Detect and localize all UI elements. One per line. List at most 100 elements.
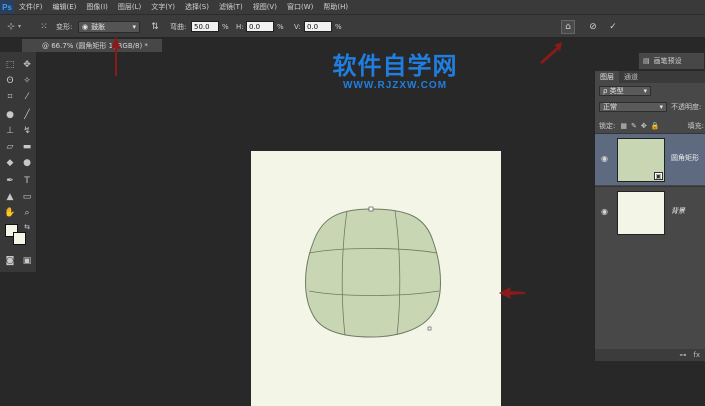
clone-stamp-tool-icon[interactable]: ⊥ xyxy=(3,124,17,137)
fx-icon[interactable]: fx xyxy=(693,351,700,359)
menu-edit[interactable]: 编辑(E) xyxy=(48,2,82,12)
layer-row-background[interactable]: ◉ 背景 xyxy=(595,186,705,238)
red-arrow-warp-icon xyxy=(111,36,121,76)
tab-layers[interactable]: 图层 xyxy=(595,71,619,83)
menu-filter[interactable]: 滤镜(T) xyxy=(214,2,248,12)
layer-kind-filter[interactable]: ρ 类型 ▾ xyxy=(599,86,651,96)
warp-anchor-bottom-right xyxy=(427,326,432,331)
quick-mask-icon[interactable]: ◙ xyxy=(3,254,17,267)
swap-colors-icon[interactable]: ⇆ xyxy=(20,220,34,233)
magic-wand-tool-icon[interactable]: ✧ xyxy=(20,74,34,87)
cancel-transform-icon[interactable]: ⊘ xyxy=(586,20,600,34)
commit-transform-icon[interactable]: ✓ xyxy=(606,20,620,34)
menu-file[interactable]: 文件(F) xyxy=(14,2,48,12)
menu-view[interactable]: 视图(V) xyxy=(248,2,282,12)
opacity-label: 不透明度: xyxy=(671,103,702,111)
chevron-down-icon: ▾ xyxy=(659,103,663,111)
move-tool-icon[interactable]: ✥ xyxy=(20,58,34,71)
warp-style-select[interactable]: ◉ 鼓胀 ▾ xyxy=(78,20,140,33)
shape-tool-icon[interactable]: ▭ xyxy=(20,190,34,203)
crop-tool-icon[interactable]: ⌗ xyxy=(3,90,17,103)
layer-name: 背景 xyxy=(671,207,685,215)
screen-mode-icon[interactable]: ▣ xyxy=(20,254,34,267)
blend-mode-select[interactable]: 正常 ▾ xyxy=(599,102,667,112)
type-tool-icon[interactable]: T xyxy=(20,174,34,187)
document-tab-title: @ 66.7% (圆角矩形 1, RGB/8) * xyxy=(42,41,148,50)
eyedropper-tool-icon[interactable]: ⁄ xyxy=(20,90,34,103)
path-selection-tool-icon[interactable]: ▲ xyxy=(3,190,17,203)
hand-tool-icon[interactable]: ✋ xyxy=(3,206,17,219)
bend-percent: % xyxy=(222,22,229,31)
h-distortion-input[interactable]: 0.0 xyxy=(246,21,274,32)
tab-channels[interactable]: 通道 xyxy=(619,71,643,83)
warp-style-icon: ◉ xyxy=(82,22,89,31)
warp-style-value: 鼓胀 xyxy=(91,22,106,31)
fill-label: 填充: xyxy=(687,122,704,130)
menu-help[interactable]: 帮助(H) xyxy=(318,2,353,12)
reference-point-icon: ⁙ xyxy=(40,21,48,32)
warp-label: 变形: xyxy=(56,22,73,31)
brush-preset-panel[interactable]: ▤ 画笔预设 xyxy=(638,52,705,70)
history-brush-tool-icon[interactable]: ↯ xyxy=(20,124,34,137)
eraser-tool-icon[interactable]: ▱ xyxy=(3,140,17,153)
menu-select[interactable]: 选择(S) xyxy=(180,2,214,12)
pen-tool-icon[interactable]: ✒ xyxy=(3,174,17,187)
bend-label: 弯曲: xyxy=(170,22,187,31)
watermark-title: 软件自学网 xyxy=(332,52,458,80)
warp-control-handle xyxy=(368,206,374,212)
reference-point-toggle[interactable]: ⁙ xyxy=(37,20,51,33)
layers-panel: 图层 通道 ρ 类型 ▾ 正常 ▾ 不透明度: 锁定: ▦ ✎ ✥ 🔒 填充: … xyxy=(594,71,705,361)
layer-name: 圆角矩形 xyxy=(671,154,699,162)
chevron-down-icon: ▾ xyxy=(643,87,647,95)
h-percent: % xyxy=(277,22,284,31)
chevron-down-icon: ▾ xyxy=(132,22,136,31)
red-arrow-canvas-icon xyxy=(499,287,525,299)
link-icon[interactable]: ⊶ xyxy=(679,351,686,359)
blur-tool-icon[interactable]: ◆ xyxy=(3,156,17,169)
zoom-tool-icon[interactable]: ⌕ xyxy=(20,206,34,219)
blend-mode-value: 正常 xyxy=(603,103,617,111)
gradient-tool-icon[interactable]: ▬ xyxy=(20,140,34,153)
eye-icon[interactable]: ◉ xyxy=(601,207,611,217)
lock-all-icon[interactable]: 🔒 xyxy=(651,122,660,130)
v-label: V: xyxy=(294,22,301,31)
dodge-tool-icon[interactable]: ● xyxy=(20,156,34,169)
background-color-swatch[interactable] xyxy=(13,232,26,245)
brush-preset-icon: ▤ xyxy=(643,57,650,65)
v-percent: % xyxy=(335,22,342,31)
warp-free-transform-toggle-icon[interactable]: ⌂ xyxy=(561,19,575,34)
change-warp-orientation-icon[interactable]: ⇅ xyxy=(148,20,162,34)
marquee-tool-icon[interactable]: ⬚ xyxy=(3,58,17,71)
menu-image[interactable]: 图像(I) xyxy=(81,2,113,12)
menu-type[interactable]: 文字(Y) xyxy=(146,2,180,12)
lasso-tool-icon[interactable]: ʘ xyxy=(3,74,17,87)
brush-tool-icon[interactable]: ╱ xyxy=(20,108,34,121)
layer-row-rounded-rectangle[interactable]: ◉ ▣ 圆角矩形 xyxy=(595,133,705,185)
h-label: H: xyxy=(236,22,244,31)
transform-tool-icon: ⊹ xyxy=(7,21,15,32)
lock-transparent-icon[interactable]: ▦ xyxy=(620,122,627,130)
chevron-down-icon: ▾ xyxy=(18,23,22,30)
document-tab[interactable]: @ 66.7% (圆角矩形 1, RGB/8) * xyxy=(22,39,162,52)
tools-panel: ⬚ ✥ ʘ ✧ ⌗ ⁄ ● ╱ ⊥ ↯ ▱ ▬ ◆ ● ✒ T ▲ ▭ ✋ ⌕ … xyxy=(0,52,37,272)
eye-icon[interactable]: ◉ xyxy=(601,154,611,164)
v-distortion-input[interactable]: 0.0 xyxy=(304,21,332,32)
lock-position-icon[interactable]: ✥ xyxy=(641,122,647,130)
tool-preset-picker[interactable]: ⊹ ▾ xyxy=(4,20,21,33)
layer-thumbnail: ▣ xyxy=(617,138,665,182)
warp-shape-svg xyxy=(305,206,441,338)
smart-object-icon: ▣ xyxy=(654,172,663,180)
photoshop-logo: Ps xyxy=(0,0,14,14)
warped-rounded-rectangle xyxy=(305,208,441,338)
layers-panel-tabs: 图层 通道 xyxy=(595,71,705,83)
document-canvas[interactable] xyxy=(251,151,501,406)
menu-window[interactable]: 窗口(W) xyxy=(282,2,318,12)
lock-image-icon[interactable]: ✎ xyxy=(631,122,637,130)
spot-healing-tool-icon[interactable]: ● xyxy=(3,108,17,121)
brush-preset-label: 画笔预设 xyxy=(653,57,682,65)
layer-thumbnail xyxy=(617,191,665,235)
bend-input[interactable]: 50.0 xyxy=(191,21,219,32)
menu-layer[interactable]: 图层(L) xyxy=(113,2,146,12)
lock-label: 锁定: xyxy=(599,122,616,130)
layer-kind-label: ρ 类型 xyxy=(603,87,624,95)
